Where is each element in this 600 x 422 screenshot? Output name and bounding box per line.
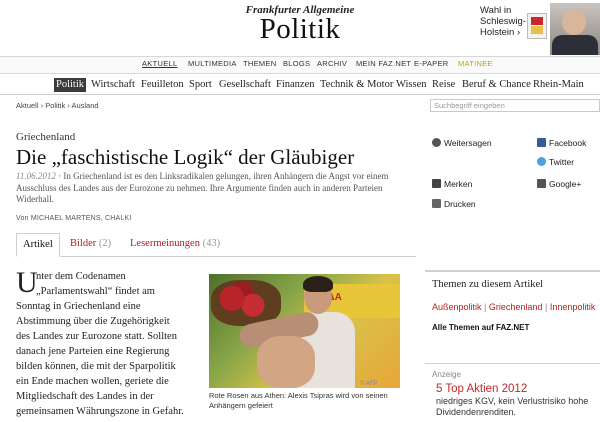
themes-title: Themen zu diesem Artikel xyxy=(432,279,544,290)
facebook-icon xyxy=(537,138,546,147)
themes-links: Außenpolitik | Griechenland | Innenpolit… xyxy=(432,302,596,312)
bookmark-icon xyxy=(432,179,441,188)
body-line: nter dem Codenamen xyxy=(36,271,126,282)
top-nav: AKTUELL MULTIMEDIA THEMEN BLOGS ARCHIV M… xyxy=(0,56,600,74)
promo-text[interactable]: Wahl in Schleswig-Holstein › xyxy=(480,5,526,38)
body-line: gemeinsamen Währungszone in Gefahr. xyxy=(16,406,184,417)
drop-cap: U xyxy=(16,266,38,299)
topnav-epaper[interactable]: E-PAPER xyxy=(414,59,448,68)
body-line: danach jene Parteien eine Regierung xyxy=(16,346,170,357)
secnav-sport[interactable]: Sport xyxy=(187,78,214,92)
article-kicker: Griechenland xyxy=(16,131,76,143)
topnav-archiv[interactable]: ARCHIV xyxy=(317,59,347,68)
topnav-aktuell[interactable]: AKTUELL xyxy=(142,59,177,68)
photo-credit: © AFP xyxy=(360,381,378,387)
share-icon xyxy=(432,138,441,147)
tab-bilder[interactable]: Bilder (2) xyxy=(64,233,117,255)
secnav-feuilleton[interactable]: Feuilleton xyxy=(139,78,186,92)
secnav-gesellschaft[interactable]: Gesellschaft xyxy=(217,78,273,92)
topnav-multimedia[interactable]: MULTIMEDIA xyxy=(188,59,237,68)
breadcrumb-aktuell[interactable]: Aktuell xyxy=(16,101,39,110)
election-promo[interactable]: Wahl in Schleswig-Holstein › xyxy=(480,3,600,55)
weitersagen-button[interactable]: Weitersagen xyxy=(432,138,492,148)
print-icon xyxy=(432,199,441,208)
promo-photo[interactable] xyxy=(550,3,600,55)
google-plus-icon xyxy=(537,179,546,188)
twitter-icon xyxy=(537,157,546,166)
tab-artikel[interactable]: Artikel xyxy=(16,233,60,257)
teaser-text: · In Griechenland ist es den Linksradika… xyxy=(16,171,389,204)
article-headline: Die „faschistische Logik“ der Gläubiger xyxy=(16,145,355,169)
theme-link-innenpolitik[interactable]: Innenpolitik xyxy=(550,302,596,312)
body-line: bilden können, die mit der Sparpolitik xyxy=(16,361,176,372)
theme-link-griechenland[interactable]: Griechenland xyxy=(489,302,543,312)
merken-button[interactable]: Merken xyxy=(432,179,472,189)
topnav-blogs[interactable]: BLOGS xyxy=(283,59,310,68)
all-themes-link[interactable]: Alle Themen auf FAZ.NET xyxy=(432,323,529,332)
photo-caption: Rote Rosen aus Athen: Alexis Tsipras wir… xyxy=(209,391,388,410)
ad-text[interactable]: niedriges KGV, kein Verlustrisiko hohe D… xyxy=(436,396,600,418)
topnav-matinee[interactable]: MATINEE xyxy=(458,59,493,68)
article-author: Von MICHAEL MARTENS, CHALKI xyxy=(16,215,132,222)
drucken-button[interactable]: Drucken xyxy=(432,199,476,209)
theme-link-aussenpolitik[interactable]: Außenpolitik xyxy=(432,302,482,312)
article-date: 11.06.2012 xyxy=(16,171,56,181)
breadcrumb-ausland[interactable]: Ausland xyxy=(71,101,98,110)
section-nav: Politik Wirtschaft Feuilleton Sport Gese… xyxy=(0,77,600,95)
twitter-button[interactable]: Twitter xyxy=(537,157,574,167)
secnav-wirtschaft[interactable]: Wirtschaft xyxy=(89,78,137,92)
body-line: des Landes zur Eurozone statt. Sollten xyxy=(16,331,177,342)
facebook-button[interactable]: Facebook xyxy=(537,138,586,148)
secnav-reise[interactable]: Reise xyxy=(430,78,457,92)
secnav-wissen[interactable]: Wissen xyxy=(394,78,429,92)
google-plus-button[interactable]: Google+ xyxy=(537,179,581,189)
secnav-finanzen[interactable]: Finanzen xyxy=(274,78,317,92)
body-line: Mitgliedschaft des Landes in der xyxy=(16,391,154,402)
secnav-beruf[interactable]: Beruf & Chance xyxy=(460,78,533,92)
secnav-rhein-main[interactable]: Rhein-Main xyxy=(531,78,586,92)
body-line: ein Ende machen wollen, geriete die xyxy=(16,376,169,387)
body-line: „Parlamentswahl“ findet am xyxy=(36,286,155,297)
body-line: Abstimmung über die Zugehörigkeit xyxy=(16,316,170,327)
secnav-technik[interactable]: Technik & Motor xyxy=(318,78,395,92)
coat-of-arms-icon xyxy=(527,13,547,39)
topnav-themen[interactable]: THEMEN xyxy=(243,59,276,68)
ad-divider xyxy=(425,363,600,364)
article-teaser: 11.06.2012 · In Griechenland ist es den … xyxy=(16,171,411,206)
article-tabs: Artikel Bilder (2) Lesermeinungen (43) xyxy=(16,233,416,257)
breadcrumb: Aktuell › Politik › Ausland xyxy=(16,101,99,110)
body-line: Sonntag in Griechenland eine xyxy=(16,301,141,312)
ad-title[interactable]: 5 Top Aktien 2012 xyxy=(436,383,527,395)
ad-label: Anzeige xyxy=(432,370,461,379)
tab-lesermeinungen[interactable]: Lesermeinungen (43) xyxy=(124,233,226,255)
breadcrumb-politik[interactable]: Politik xyxy=(45,101,65,110)
secnav-politik[interactable]: Politik xyxy=(54,78,87,92)
topnav-mein-faz[interactable]: MEIN FAZ.NET xyxy=(356,59,411,68)
search-input[interactable]: Suchbegriff eingeben xyxy=(430,99,600,112)
article-photo[interactable]: ΔΑΔΑ xyxy=(209,274,400,388)
